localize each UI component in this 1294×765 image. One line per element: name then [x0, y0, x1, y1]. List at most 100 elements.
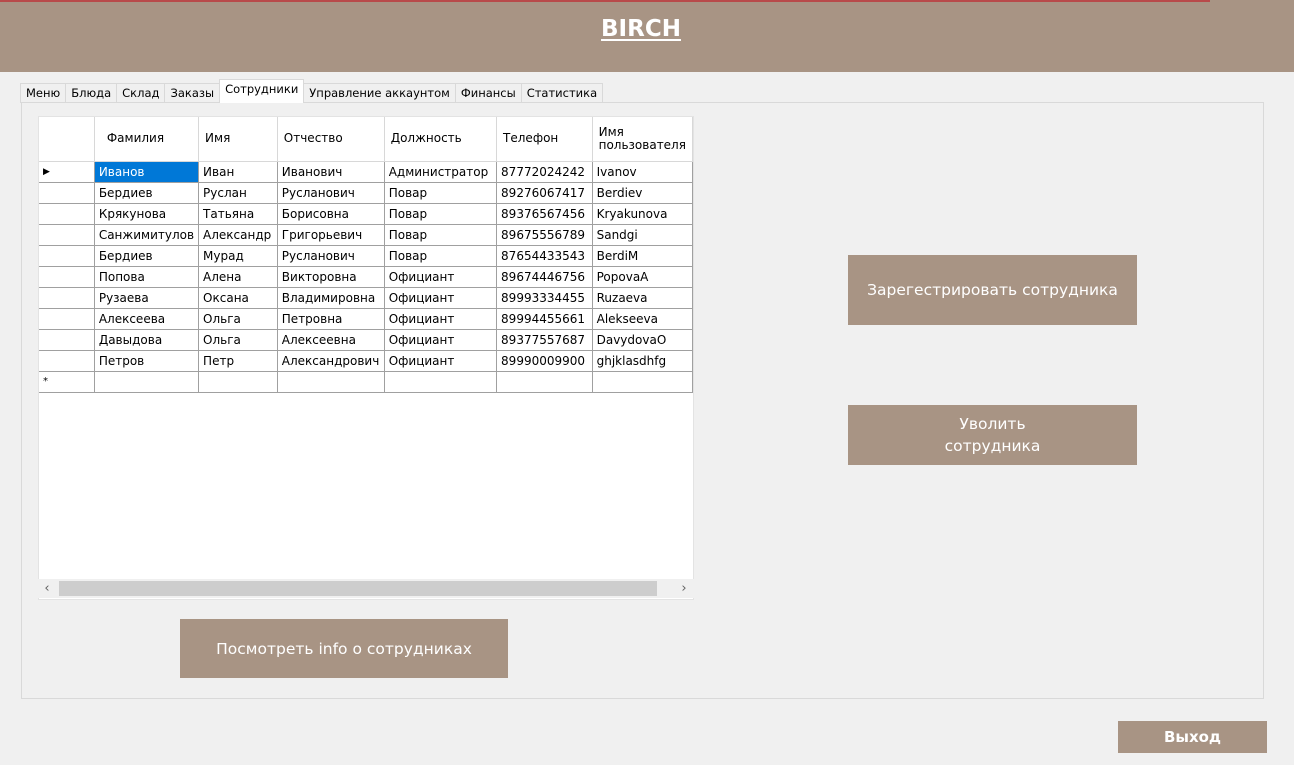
table-cell[interactable]: Berdiev: [592, 182, 693, 204]
fire-employee-button[interactable]: Уволить сотрудника: [848, 405, 1137, 465]
table-cell[interactable]: Рузаева: [94, 287, 200, 309]
table-cell[interactable]: Викторовна: [277, 266, 385, 288]
table-cell[interactable]: Официант: [384, 308, 498, 330]
row-header[interactable]: [39, 182, 95, 204]
table-cell[interactable]: Ольга: [198, 308, 278, 330]
table-row[interactable]: Бердиев Мурад Русланович Повар 876544335…: [39, 245, 693, 267]
table-cell[interactable]: Алексеевна: [277, 329, 385, 351]
table-cell[interactable]: Санжимитулов: [94, 224, 200, 246]
table-cell[interactable]: Ruzaeva: [592, 287, 693, 309]
column-header-position[interactable]: Должность: [384, 117, 498, 162]
column-header-patronymic[interactable]: Отчество: [277, 117, 385, 162]
table-cell[interactable]: [198, 371, 278, 393]
table-cell[interactable]: BerdiM: [592, 245, 693, 267]
table-cell[interactable]: Ольга: [198, 329, 278, 351]
table-cell[interactable]: [496, 371, 593, 393]
new-row-indicator[interactable]: *: [39, 371, 95, 393]
table-cell[interactable]: 89276067417: [496, 182, 593, 204]
current-row-indicator[interactable]: ▶: [39, 161, 95, 183]
table-cell[interactable]: 87654433543: [496, 245, 593, 267]
row-header[interactable]: [39, 224, 95, 246]
table-cell[interactable]: 89990009900: [496, 350, 593, 372]
table-cell[interactable]: Бердиев: [94, 182, 200, 204]
table-cell[interactable]: [384, 371, 498, 393]
table-cell[interactable]: Alekseeva: [592, 308, 693, 330]
tab-warehouse[interactable]: Склад: [116, 83, 166, 103]
table-row[interactable]: Рузаева Оксана Владимировна Официант 899…: [39, 287, 693, 309]
table-cell[interactable]: 89376567456: [496, 203, 593, 225]
row-header[interactable]: [39, 203, 95, 225]
table-row[interactable]: ▶ Иванов Иван Иванович Администратор 877…: [39, 161, 693, 183]
table-cell[interactable]: Алексеева: [94, 308, 200, 330]
table-row[interactable]: Санжимитулов Александр Григорьевич Повар…: [39, 224, 693, 246]
exit-button[interactable]: Выход: [1118, 721, 1267, 753]
table-cell[interactable]: Оксана: [198, 287, 278, 309]
table-cell[interactable]: Мурад: [198, 245, 278, 267]
column-header-phone[interactable]: Телефон: [496, 117, 593, 162]
new-row[interactable]: *: [39, 371, 693, 393]
table-cell[interactable]: Иванович: [277, 161, 385, 183]
column-header-first-name[interactable]: Имя: [198, 117, 278, 162]
table-cell[interactable]: 89675556789: [496, 224, 593, 246]
table-cell[interactable]: Официант: [384, 266, 498, 288]
table-cell[interactable]: Крякунова: [94, 203, 200, 225]
table-cell[interactable]: Григорьевич: [277, 224, 385, 246]
table-cell[interactable]: Официант: [384, 287, 498, 309]
tab-orders[interactable]: Заказы: [164, 83, 221, 103]
tab-employees[interactable]: Сотрудники: [219, 79, 305, 103]
table-row[interactable]: Крякунова Татьяна Борисовна Повар 893765…: [39, 203, 693, 225]
table-cell[interactable]: Sandgi: [592, 224, 693, 246]
employees-table[interactable]: Фамилия Имя Отчество Должность Телефон И…: [38, 116, 694, 600]
table-cell[interactable]: Александр: [198, 224, 278, 246]
scrollbar-thumb[interactable]: [59, 581, 657, 596]
table-cell[interactable]: 89377557687: [496, 329, 593, 351]
table-cell[interactable]: Ivanov: [592, 161, 693, 183]
table-cell[interactable]: Алена: [198, 266, 278, 288]
horizontal-scrollbar[interactable]: ‹ ›: [38, 579, 694, 598]
table-cell[interactable]: Попова: [94, 266, 200, 288]
row-header[interactable]: [39, 308, 95, 330]
table-cell[interactable]: Повар: [384, 224, 498, 246]
table-cell[interactable]: Повар: [384, 203, 498, 225]
scroll-left-icon[interactable]: ‹: [38, 579, 56, 598]
tab-dishes[interactable]: Блюда: [65, 83, 118, 103]
table-cell[interactable]: Иван: [198, 161, 278, 183]
table-row[interactable]: Попова Алена Викторовна Официант 8967444…: [39, 266, 693, 288]
table-cell[interactable]: Татьяна: [198, 203, 278, 225]
table-cell[interactable]: Владимировна: [277, 287, 385, 309]
table-cell[interactable]: [592, 371, 693, 393]
tab-finance[interactable]: Финансы: [454, 83, 522, 103]
row-header[interactable]: [39, 245, 95, 267]
table-cell[interactable]: 87772024242: [496, 161, 593, 183]
table-row[interactable]: Давыдова Ольга Алексеевна Официант 89377…: [39, 329, 693, 351]
table-row[interactable]: Бердиев Руслан Русланович Повар 89276067…: [39, 182, 693, 204]
table-cell[interactable]: Петров: [94, 350, 200, 372]
table-cell[interactable]: Руслан: [198, 182, 278, 204]
table-cell[interactable]: Русланович: [277, 245, 385, 267]
column-header-last-name[interactable]: Фамилия: [94, 117, 200, 162]
table-cell[interactable]: Повар: [384, 245, 498, 267]
table-cell[interactable]: DavydovaO: [592, 329, 693, 351]
table-cell[interactable]: ghjklasdhfg: [592, 350, 693, 372]
table-cell[interactable]: Русланович: [277, 182, 385, 204]
table-cell[interactable]: Петровна: [277, 308, 385, 330]
table-cell[interactable]: Давыдова: [94, 329, 200, 351]
view-employee-info-button[interactable]: Посмотреть info о сотрудниках: [180, 619, 508, 678]
tab-menu[interactable]: Меню: [20, 83, 67, 103]
table-cell[interactable]: 89674446756: [496, 266, 593, 288]
table-cell[interactable]: Kryakunova: [592, 203, 693, 225]
table-cell[interactable]: [94, 371, 200, 393]
tab-account-management[interactable]: Управление аккаунтом: [303, 83, 456, 103]
table-cell[interactable]: Официант: [384, 350, 498, 372]
register-employee-button[interactable]: Зарегестрировать сотрудника: [848, 255, 1137, 325]
table-cell[interactable]: 89993334455: [496, 287, 593, 309]
row-header[interactable]: [39, 266, 95, 288]
table-cell[interactable]: Петр: [198, 350, 278, 372]
table-cell[interactable]: Иванов: [94, 161, 200, 183]
row-header[interactable]: [39, 287, 95, 309]
table-row[interactable]: Алексеева Ольга Петровна Официант 899944…: [39, 308, 693, 330]
table-cell[interactable]: Повар: [384, 182, 498, 204]
table-cell[interactable]: [277, 371, 385, 393]
table-cell[interactable]: Борисовна: [277, 203, 385, 225]
table-cell[interactable]: 89994455661: [496, 308, 593, 330]
